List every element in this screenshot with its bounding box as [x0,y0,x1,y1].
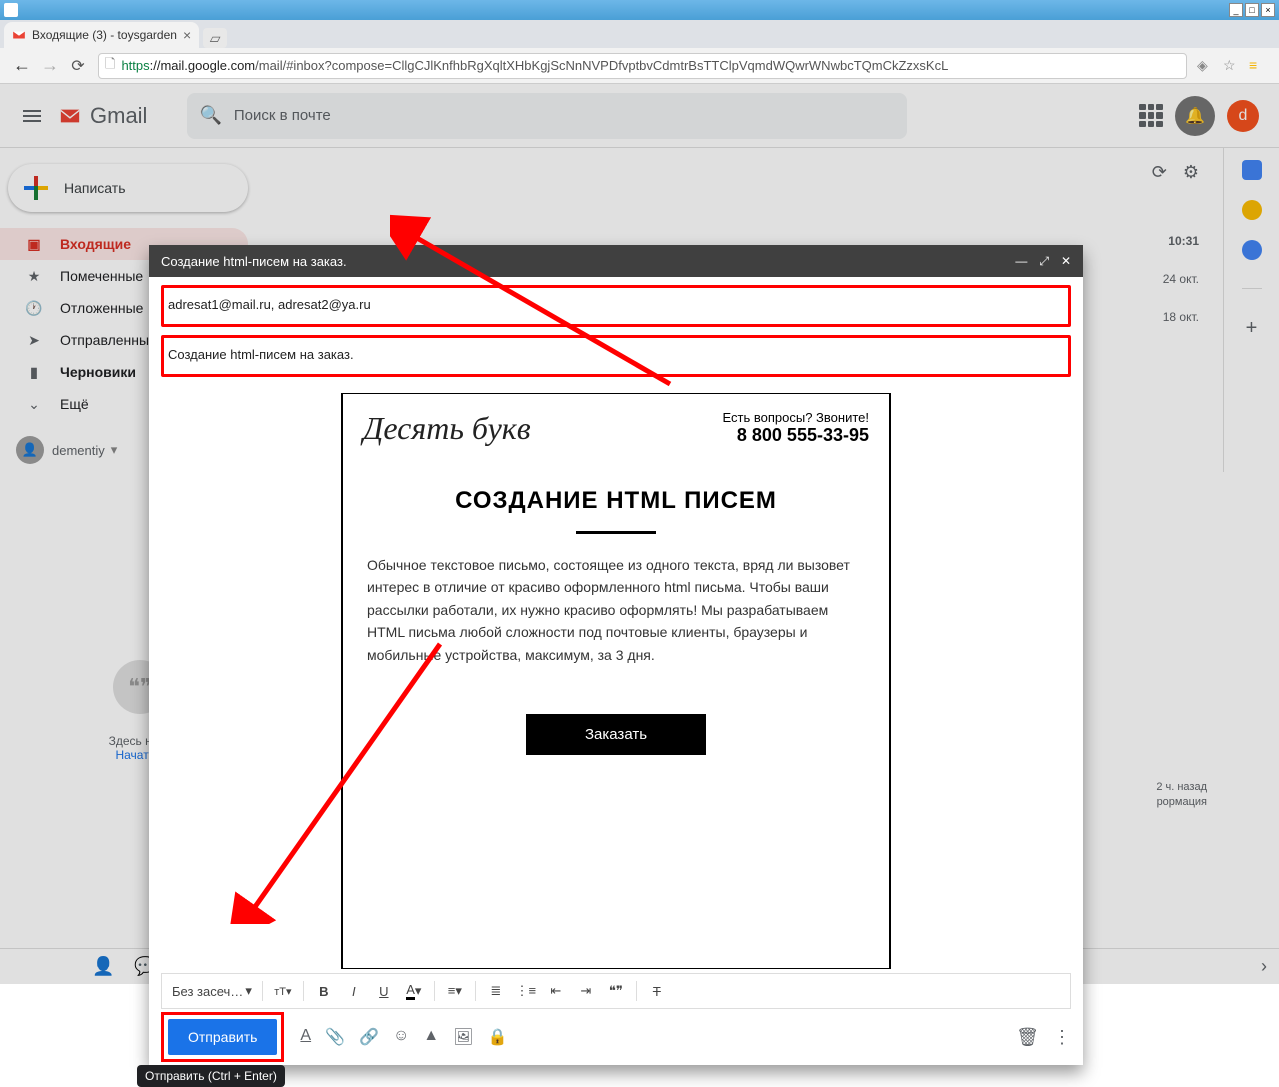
reload-button[interactable]: ⟳ [64,52,92,80]
brand-logo: Десять букв [363,410,531,447]
window-titlebar: _ □ × [0,0,1279,20]
browser-tab[interactable]: Входящие (3) - toysgarden × [4,22,199,48]
forward-button[interactable]: → [36,52,64,80]
formatting-icon[interactable]: A [300,1027,311,1047]
chrome-menu-icon[interactable]: ≡ [1249,57,1267,75]
url-domain: ://mail.google.com [150,58,256,73]
tab-close-icon[interactable]: × [183,27,191,43]
indent-more-icon[interactable]: ⇥ [572,977,600,1005]
compose-close-icon[interactable]: ✕ [1061,254,1071,269]
attachment-icon[interactable]: 📎 [325,1027,345,1047]
divider [576,531,656,534]
compose-title: Создание html-писем на заказ. [161,254,347,269]
order-button[interactable]: Заказать [526,714,706,755]
extension-icon[interactable]: ◈ [1197,57,1215,75]
bold-icon[interactable]: B [310,977,338,1005]
send-bar: Отправить Отправить (Ctrl + Enter) A 📎 🔗… [149,1009,1083,1065]
subject-value: Создание html-писем на заказ. [168,347,354,362]
drive-icon[interactable]: ▲ [423,1027,439,1047]
chrome-logo-icon [4,3,18,17]
new-tab-button[interactable]: ▱ [203,28,227,48]
gmail-favicon-icon [12,28,26,42]
email-paragraph: Обычное текстовое письмо, состоящее из о… [343,554,889,690]
font-family-select[interactable]: Без засеч…▾ [168,983,256,999]
compose-titlebar[interactable]: Создание html-писем на заказ. — ⤢ ✕ [149,245,1083,277]
cta-question: Есть вопросы? Звоните! [723,410,869,425]
font-size-icon[interactable]: тТ▾ [269,977,297,1005]
tab-title: Входящие (3) - toysgarden [32,28,177,42]
clear-formatting-icon[interactable]: T [643,977,671,1005]
maximize-icon[interactable]: □ [1245,3,1259,17]
align-icon[interactable]: ≡▾ [441,977,469,1005]
text-color-icon[interactable]: A▾ [400,977,428,1005]
email-heading: СОЗДАНИЕ HTML ПИСЕМ [343,463,889,523]
send-button[interactable]: Отправить [168,1019,277,1055]
email-template: Десять букв Есть вопросы? Звоните! 8 800… [341,393,891,969]
phone-number: 8 800 555-33-95 [723,425,869,446]
send-tooltip: Отправить (Ctrl + Enter) [137,1065,285,1087]
bullet-list-icon[interactable]: ⋮≡ [512,977,540,1005]
indent-less-icon[interactable]: ⇤ [542,977,570,1005]
highlight-send: Отправить [161,1012,284,1062]
url-bar[interactable]: 🗋 https ://mail.google.com /mail/#inbox?… [98,53,1187,79]
emoji-icon[interactable]: ☺ [393,1027,409,1047]
confidential-icon[interactable]: 🔒 [487,1027,507,1047]
close-window-icon[interactable]: × [1261,3,1275,17]
to-value: adresat1@mail.ru, adresat2@ya.ru [168,297,371,312]
browser-toolbar: ← → ⟳ 🗋 https ://mail.google.com /mail/#… [0,48,1279,84]
compose-body[interactable]: Десять букв Есть вопросы? Звоните! 8 800… [149,385,1083,973]
image-icon[interactable]: 🖼 [453,1027,473,1047]
italic-icon[interactable]: I [340,977,368,1005]
discard-icon[interactable]: 🗑 [1016,1027,1039,1048]
minimize-icon[interactable]: _ [1229,3,1243,17]
to-field[interactable]: adresat1@mail.ru, adresat2@ya.ru [168,290,1064,318]
url-path: /mail/#inbox?compose=CllgCJlKnfhbRgXqltX… [255,58,948,73]
underline-icon[interactable]: U [370,977,398,1005]
highlight-to: adresat1@mail.ru, adresat2@ya.ru [161,285,1071,327]
subject-field[interactable]: Создание html-писем на заказ. [168,340,1064,368]
url-scheme: https [121,58,149,73]
numbered-list-icon[interactable]: ≣ [482,977,510,1005]
compose-expand-icon[interactable]: ⤢ [1039,254,1049,269]
star-icon[interactable]: ☆ [1223,57,1241,75]
formatting-toolbar: Без засеч…▾ тТ▾ B I U A▾ ≡▾ ≣ ⋮≡ ⇤ ⇥ ❝❞ … [161,973,1071,1009]
compose-window: Создание html-писем на заказ. — ⤢ ✕ adre… [149,245,1083,1065]
gmail-app: Gmail 🔍 Поиск в почте 🔔 d Написать ▣ Вхо… [0,84,1279,984]
compose-minimize-icon[interactable]: — [1015,254,1027,269]
link-icon[interactable]: 🔗 [359,1027,379,1047]
highlight-subject: Создание html-писем на заказ. [161,335,1071,377]
back-button[interactable]: ← [8,52,36,80]
more-options-icon[interactable]: ⋮ [1053,1027,1071,1048]
quote-icon[interactable]: ❝❞ [602,977,630,1005]
tab-strip: Входящие (3) - toysgarden × ▱ [0,20,1279,48]
